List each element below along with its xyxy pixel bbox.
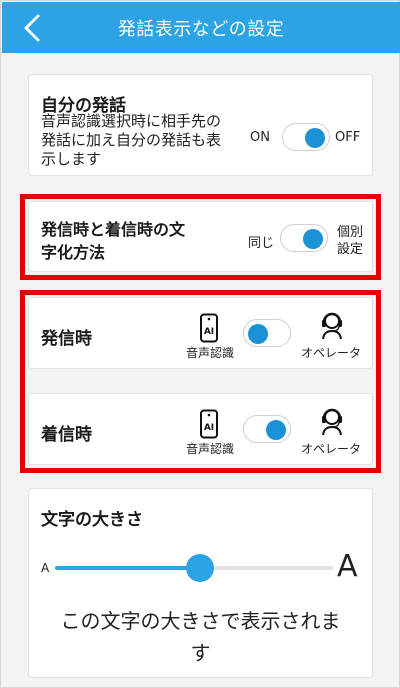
text-size-small-label: A — [41, 561, 50, 575]
ai-phone-icon: AI — [199, 409, 219, 439]
text-size-large-label: A — [337, 549, 358, 584]
text-size-slider-fill — [55, 566, 200, 570]
text-size-title: 文字の大きさ — [41, 510, 143, 530]
ai-phone-icon: AI — [199, 313, 219, 343]
incoming-card: 着信時 AI 音声認識 オペレータ — [28, 393, 373, 465]
method-title-line-1: 発信時と着信時の文 — [41, 220, 186, 239]
outgoing-voice-label: 音声認識 — [186, 346, 235, 360]
outgoing-operator-label: オペレータ — [301, 346, 362, 360]
screen: 発話表示などの設定 自分の発話 音声認識選択時に相手先の 発話に加え自分の発話も… — [0, 0, 400, 688]
own-speech-on-label: ON — [250, 130, 270, 145]
method-same-label: 同じ — [248, 236, 275, 251]
svg-text:AI: AI — [204, 423, 214, 433]
outgoing-card: 発信時 AI 音声認識 オペレータ — [28, 297, 373, 369]
operator-headset-icon — [319, 406, 345, 436]
own-speech-description-line-2: 発話に加え自分の発話も表 — [41, 131, 222, 149]
toggle-knob — [305, 128, 325, 148]
incoming-operator-label: オペレータ — [301, 442, 362, 456]
own-speech-description-line-1: 音声認識選択時に相手先の — [41, 112, 222, 130]
operator-headset-icon — [319, 310, 345, 340]
toggle-knob — [303, 229, 323, 249]
method-separate-label-line-2: 設定 — [337, 242, 364, 257]
incoming-title: 着信時 — [41, 425, 92, 445]
own-speech-off-label: OFF — [335, 130, 361, 145]
method-card: 発信時と着信時の文 字化方法 同じ 個別 設定 — [28, 201, 373, 272]
page-title: 発話表示などの設定 — [117, 19, 285, 40]
text-size-preview-line-1: この文字の大きさで表示されま — [60, 609, 341, 633]
text-size-preview-line-2: す — [190, 641, 211, 665]
toggle-knob — [266, 420, 286, 440]
own-speech-description-line-3: 示します — [41, 150, 102, 168]
method-toggle[interactable] — [280, 224, 328, 252]
own-speech-card: 自分の発話 音声認識選択時に相手先の 発話に加え自分の発話も表 示します ON … — [28, 74, 373, 176]
method-title-line-2: 字化方法 — [41, 243, 106, 262]
text-size-card: 文字の大きさ A A この文字の大きさで表示されま す — [28, 488, 373, 678]
toggle-knob — [248, 324, 268, 344]
header-bar: 発話表示などの設定 — [2, 2, 400, 53]
incoming-voice-label: 音声認識 — [186, 442, 235, 456]
svg-text:AI: AI — [204, 327, 214, 337]
outgoing-toggle[interactable] — [243, 319, 291, 347]
outgoing-title: 発信時 — [41, 329, 92, 349]
incoming-toggle[interactable] — [243, 415, 291, 443]
own-speech-toggle[interactable] — [282, 123, 330, 151]
text-size-slider-thumb[interactable] — [185, 554, 214, 582]
